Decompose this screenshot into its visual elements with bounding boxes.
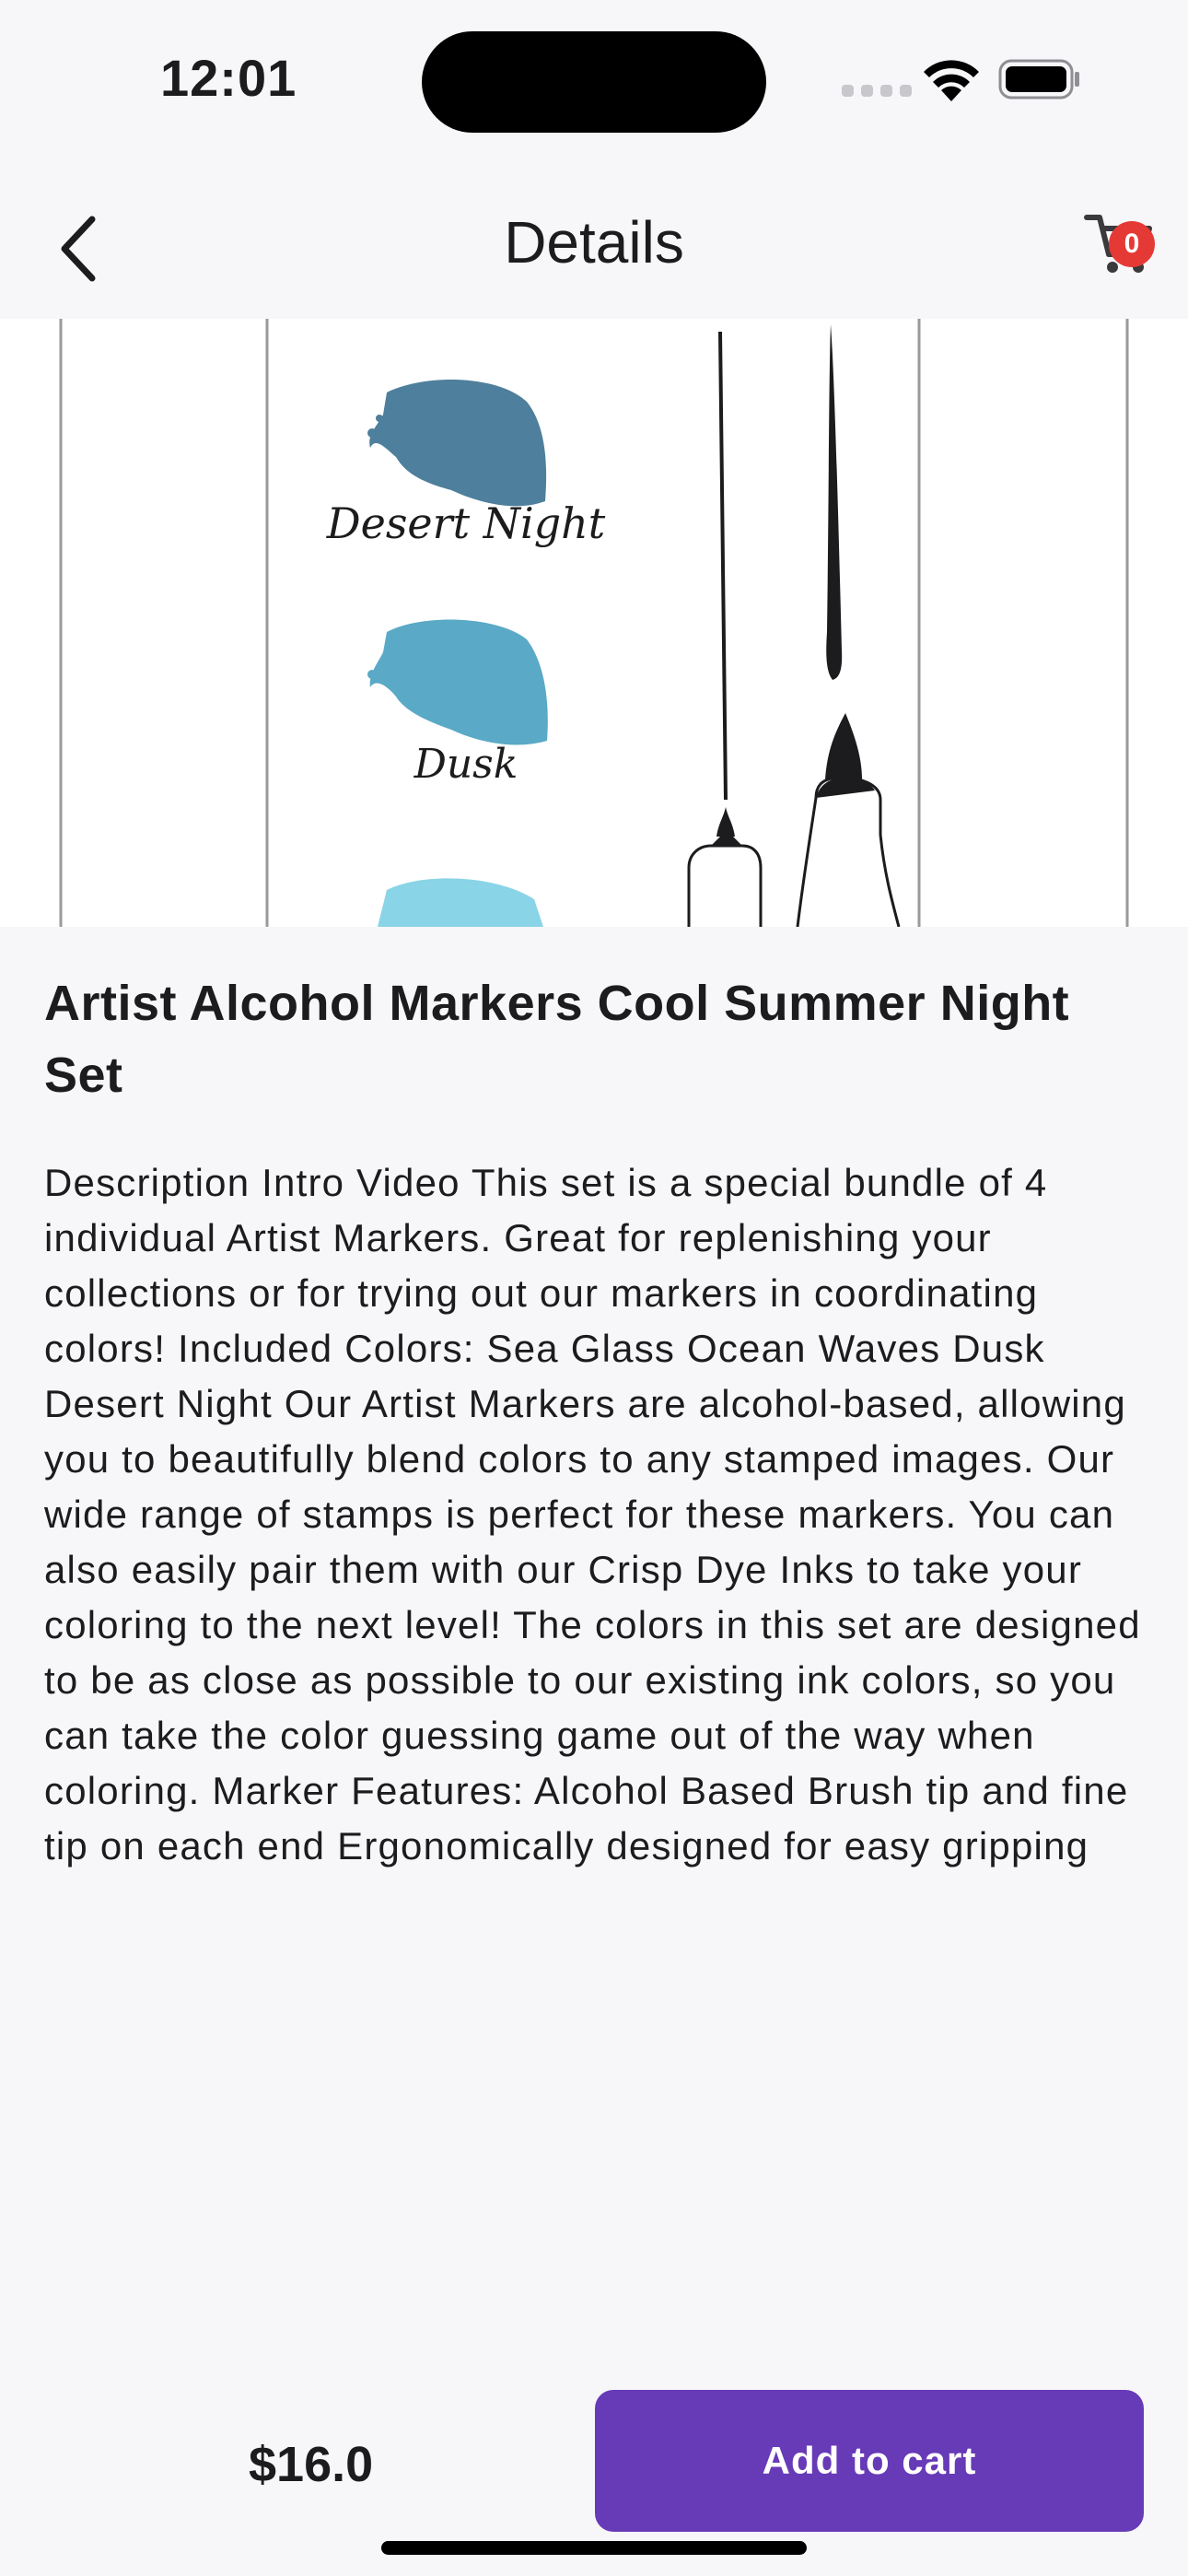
status-bar: 12:01 <box>0 0 1188 157</box>
page-title: Details <box>504 209 684 275</box>
product-description: Description Intro Video This set is a sp… <box>44 1161 1141 1868</box>
swatch-label-dusk: Dusk <box>413 741 518 788</box>
swatch-label-desert-night: Desert Night <box>326 498 606 548</box>
battery-icon <box>998 59 1079 100</box>
status-time: 12:01 <box>160 49 297 107</box>
add-to-cart-button[interactable]: Add to cart <box>595 2390 1144 2532</box>
dynamic-island <box>422 31 766 133</box>
cart-count-badge: 0 <box>1109 221 1155 267</box>
nav-bar: Details <box>0 175 1188 313</box>
signal-icon <box>842 85 912 97</box>
home-indicator[interactable] <box>381 2541 807 2555</box>
wifi-icon <box>924 60 979 101</box>
product-price: $16.0 <box>249 2437 374 2492</box>
product-image-illustration: Desert Night Dusk <box>0 319 1188 927</box>
product-title: Artist Alcohol Markers Cool Summer Night… <box>44 976 1070 1103</box>
product-image[interactable]: Desert Night Dusk <box>0 319 1188 927</box>
